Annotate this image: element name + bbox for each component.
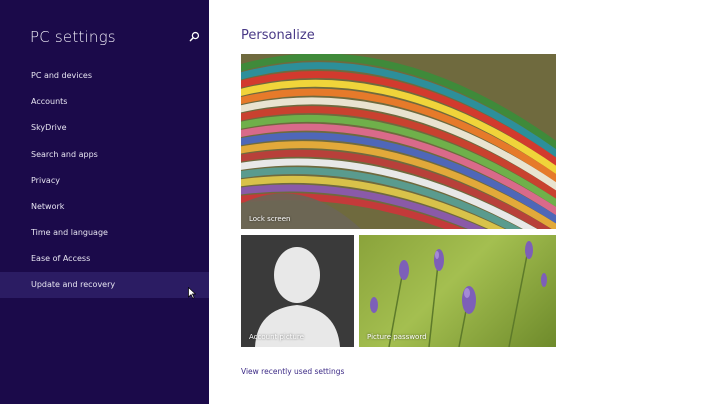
lock-screen-label: Lock screen — [249, 215, 291, 223]
picture-password-tile[interactable]: Picture password — [359, 235, 556, 347]
user-avatar-icon — [255, 247, 340, 347]
sidebar-item-label: SkyDrive — [31, 123, 67, 132]
sidebar-item-accounts[interactable]: Accounts — [0, 89, 209, 115]
sidebar-item-label: PC and devices — [31, 71, 92, 80]
sidebar-item-search-and-apps[interactable]: Search and apps — [0, 142, 209, 168]
sidebar-item-network[interactable]: Network — [0, 194, 209, 220]
sidebar-item-ease-of-access[interactable]: Ease of Access — [0, 246, 209, 272]
account-picture-label: Account picture — [249, 333, 304, 341]
sidebar-title: PC settings — [30, 28, 116, 46]
sidebar-item-label: Network — [31, 202, 65, 211]
sidebar-item-label: Privacy — [31, 176, 60, 185]
lavender-image — [370, 241, 547, 347]
sidebar-item-label: Ease of Access — [31, 254, 91, 263]
picture-password-label: Picture password — [367, 333, 427, 341]
sidebar-item-privacy[interactable]: Privacy — [0, 168, 209, 194]
account-picture-tile[interactable]: Account picture — [241, 235, 354, 347]
sidebar-item-label: Update and recovery — [31, 280, 116, 289]
page-title: Personalize — [241, 28, 315, 43]
sidebar-item-label: Time and language — [31, 228, 108, 237]
sidebar-item-time-and-language[interactable]: Time and language — [0, 220, 209, 246]
sidebar-item-update-and-recovery[interactable]: Update and recovery — [0, 272, 209, 298]
sidebar: PC settings PC and devices Accounts SkyD… — [0, 0, 209, 404]
sidebar-item-label: Search and apps — [31, 150, 98, 159]
sidebar-item-skydrive[interactable]: SkyDrive — [0, 115, 209, 141]
sidebar-item-pc-and-devices[interactable]: PC and devices — [0, 63, 209, 89]
sidebar-item-label: Accounts — [31, 97, 68, 106]
view-recently-used-settings-link[interactable]: View recently used settings — [241, 367, 344, 376]
lock-screen-tile[interactable]: Lock screen — [241, 54, 556, 229]
search-icon[interactable] — [189, 31, 200, 42]
mouse-cursor-icon — [188, 287, 196, 299]
lock-screen-image — [241, 54, 556, 229]
